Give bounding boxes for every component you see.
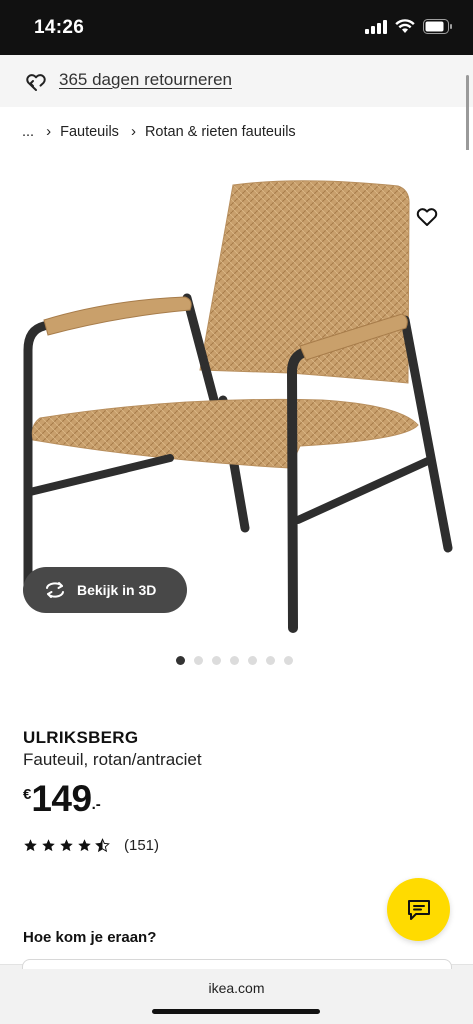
url-text[interactable]: ikea.com xyxy=(0,980,473,996)
price-decimal: .- xyxy=(91,796,101,813)
product-price: € 149 .- xyxy=(23,780,101,817)
star-icon xyxy=(78,839,91,852)
price-currency: € xyxy=(23,786,32,803)
delivery-heading: Hoe kom je eraan? xyxy=(23,929,157,946)
chevron-right-icon: › xyxy=(46,123,52,140)
chevron-right-icon: › xyxy=(130,123,136,140)
star-icon xyxy=(60,839,73,852)
signal-icon xyxy=(365,19,387,34)
breadcrumb-item-rotan[interactable]: Rotan & rieten fauteuils xyxy=(145,124,296,140)
wifi-icon xyxy=(395,19,415,33)
star-icon xyxy=(42,839,55,852)
carousel-dot[interactable] xyxy=(176,656,185,665)
chat-button[interactable] xyxy=(387,878,450,941)
favorite-button[interactable] xyxy=(410,200,444,234)
product-name: ULRIKSBERG xyxy=(23,728,139,747)
heart-icon xyxy=(416,208,438,226)
status-bar: 14:26 xyxy=(0,0,473,55)
carousel-dot[interactable] xyxy=(230,656,239,665)
carousel-dot[interactable] xyxy=(266,656,275,665)
review-count[interactable]: (151) xyxy=(124,837,159,854)
breadcrumb-item-fauteuils[interactable]: Fauteuils xyxy=(60,124,119,140)
carousel-dot[interactable] xyxy=(212,656,221,665)
home-indicator[interactable] xyxy=(152,1009,320,1014)
product-rating[interactable]: (151) xyxy=(23,837,159,854)
rating-stars xyxy=(23,838,110,853)
browser-url-bar[interactable]: ikea.com xyxy=(0,959,473,1024)
view-in-3d-button[interactable]: Bekijk in 3D xyxy=(23,567,187,613)
chat-icon xyxy=(407,899,430,920)
carousel-dot[interactable] xyxy=(284,656,293,665)
breadcrumb: ... › Fauteuils › Rotan & rieten fauteui… xyxy=(22,123,296,140)
star-icon xyxy=(24,839,37,852)
carousel-dot[interactable] xyxy=(248,656,257,665)
status-icons xyxy=(365,19,453,34)
battery-icon xyxy=(423,19,452,34)
return-policy-banner: 365 dagen retourneren xyxy=(0,55,473,107)
return-policy-link[interactable]: 365 dagen retourneren xyxy=(59,70,232,90)
carousel-dot[interactable] xyxy=(194,656,203,665)
product-description: Fauteuil, rotan/antraciet xyxy=(23,750,202,769)
breadcrumb-item-more[interactable]: ... xyxy=(22,124,34,140)
heart-return-icon xyxy=(26,74,46,91)
view-in-3d-label: Bekijk in 3D xyxy=(77,582,157,598)
page-bottom-card xyxy=(22,959,452,969)
price-integer: 149 xyxy=(31,778,92,819)
image-carousel-dots xyxy=(176,656,293,665)
half-star-icon xyxy=(95,838,110,853)
status-time: 14:26 xyxy=(34,17,85,38)
rotate-3d-icon xyxy=(46,582,64,598)
